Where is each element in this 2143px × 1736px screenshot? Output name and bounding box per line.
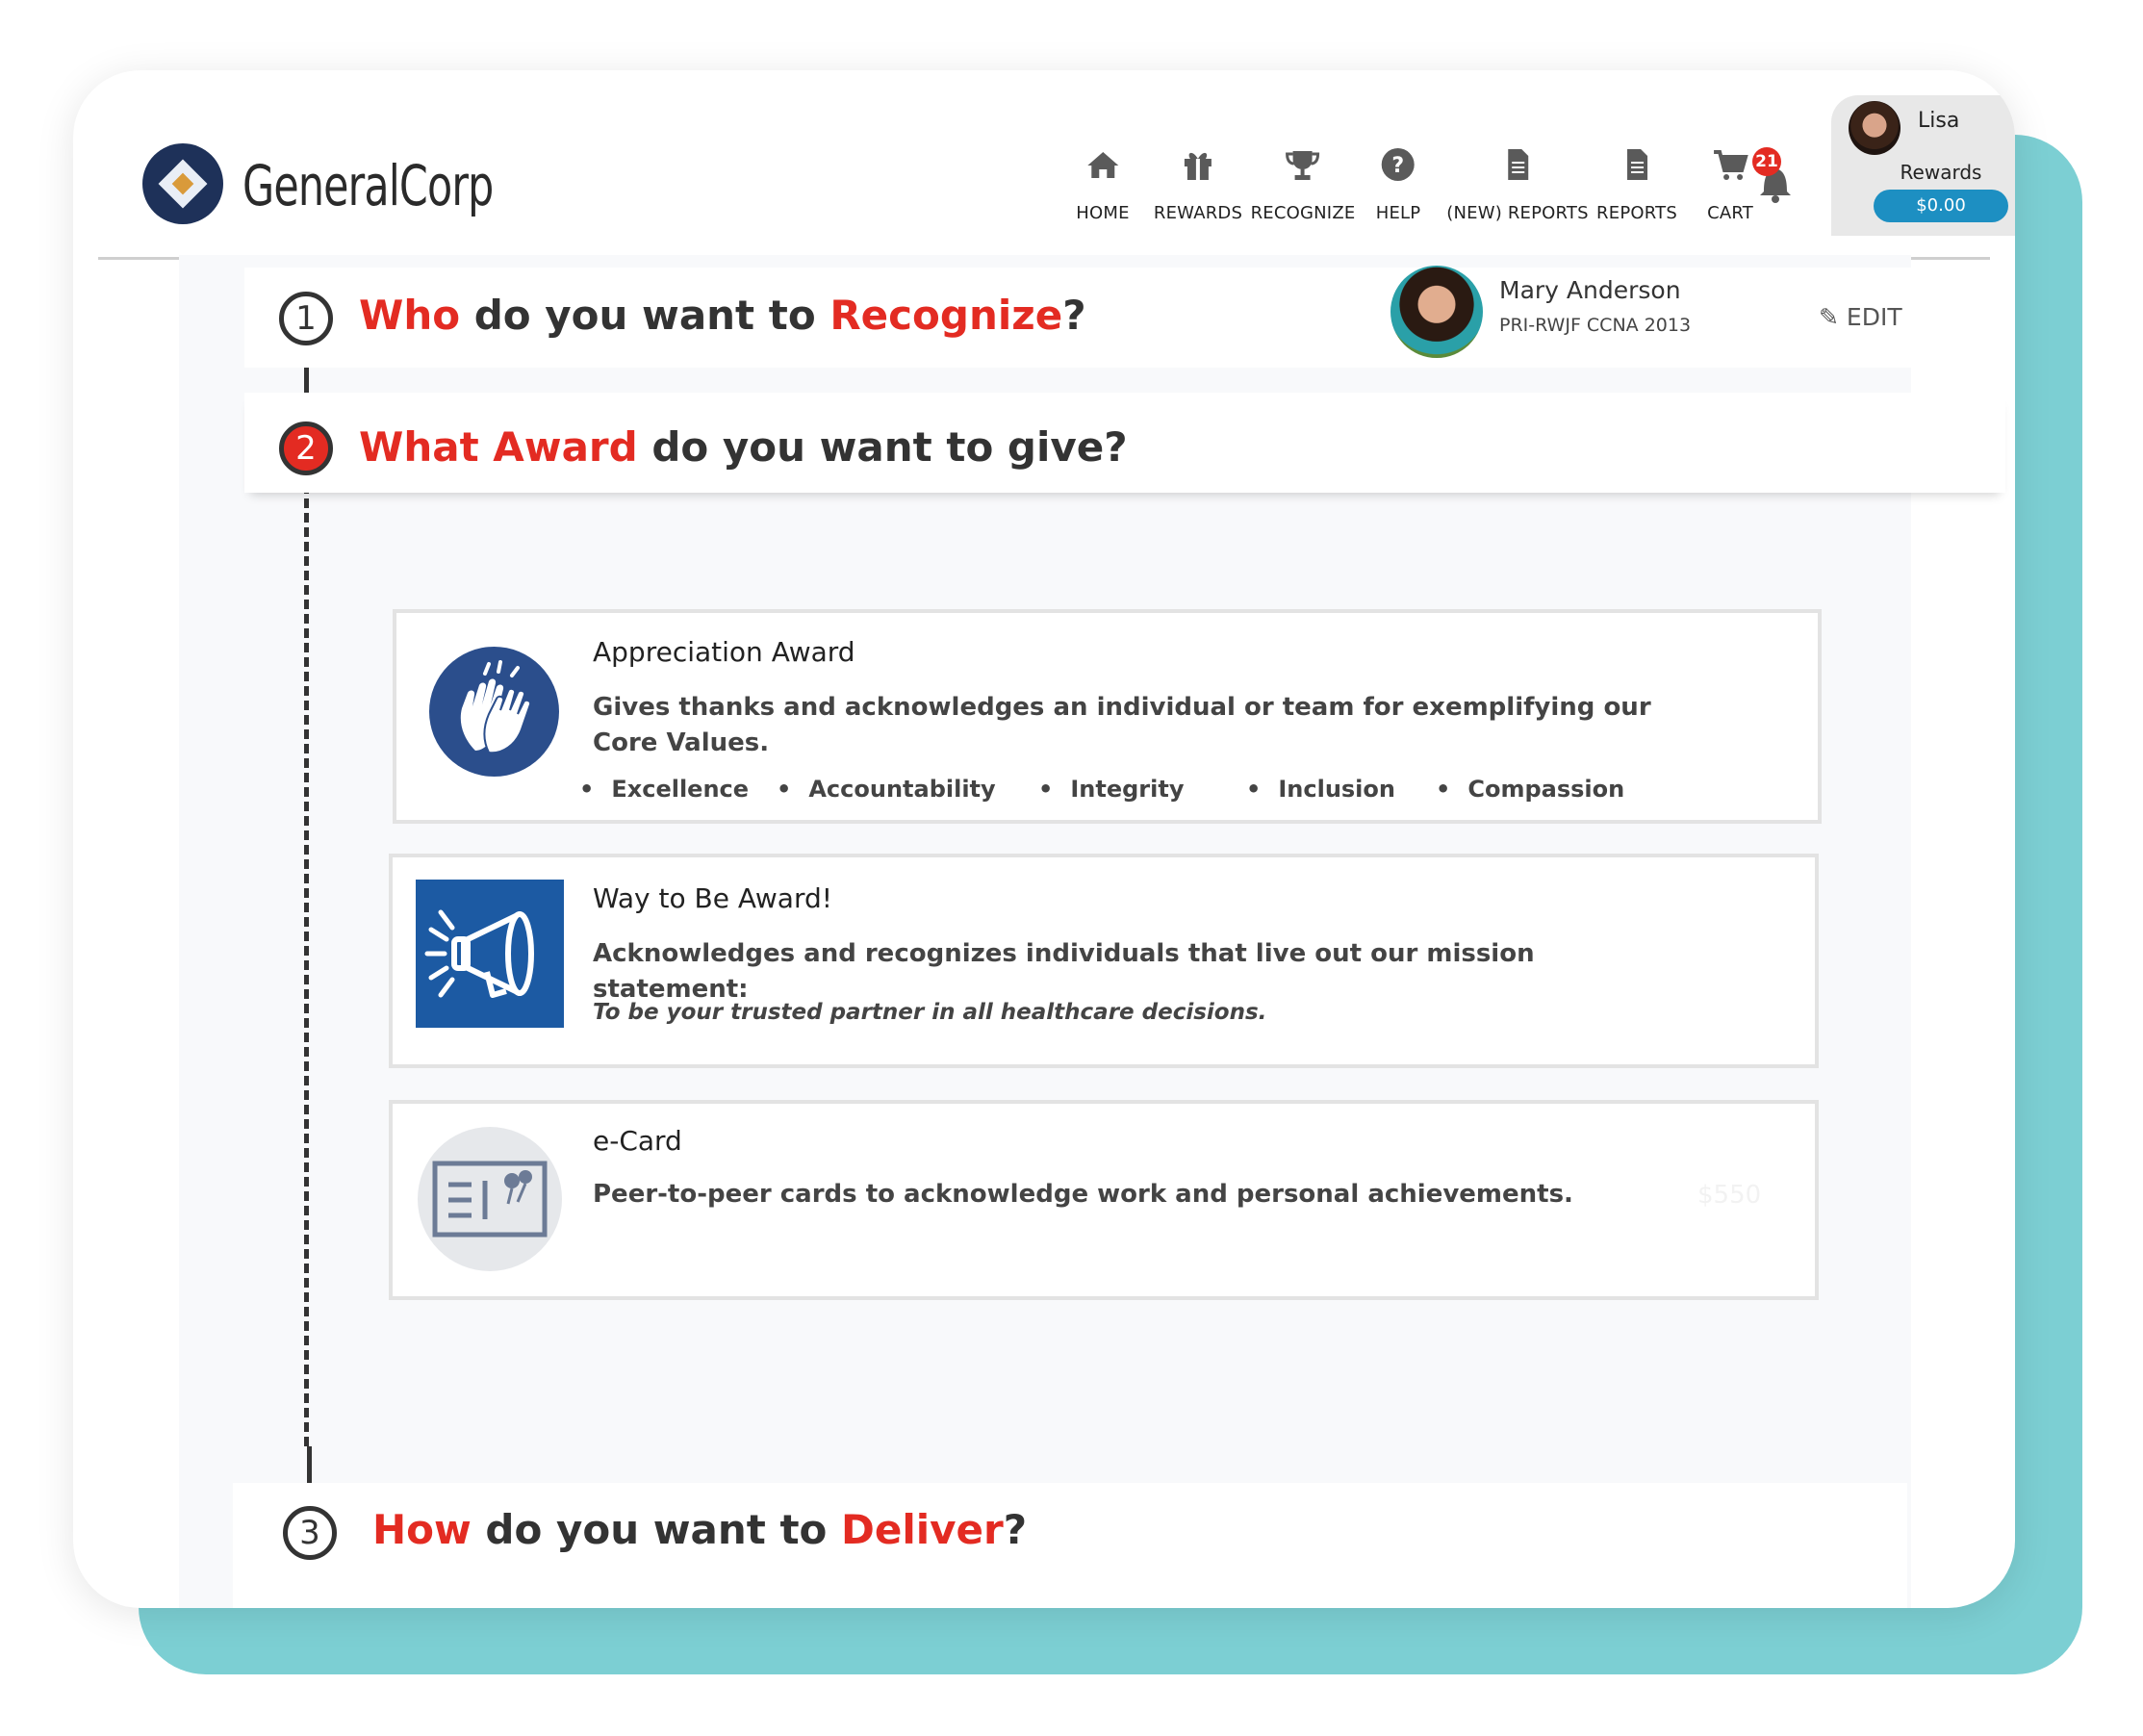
- award-card-ecard[interactable]: e-Card Peer-to-peer cards to acknowledge…: [389, 1100, 1819, 1300]
- svg-text:?: ?: [1392, 154, 1405, 178]
- nav-new-reports[interactable]: (NEW) REPORTS: [1446, 134, 1589, 249]
- core-value-item: Inclusion: [1246, 776, 1395, 803]
- nav-reports-label: REPORTS: [1596, 203, 1677, 223]
- brand-name[interactable]: GeneralCorp: [242, 153, 494, 218]
- mission-statement: To be your trusted partner in all health…: [593, 1000, 1267, 1025]
- award-description: Gives thanks and acknowledges an individ…: [593, 693, 1651, 757]
- recipient-avatar: [1390, 266, 1483, 358]
- step-1-title-recognize: Recognize: [829, 292, 1063, 339]
- core-value-item: Compassion: [1436, 776, 1624, 803]
- user-avatar: [1849, 101, 1901, 155]
- rewards-label: Rewards: [1900, 161, 1982, 184]
- core-value-item: Accountability: [777, 776, 995, 803]
- generalcorp-logo-icon[interactable]: [142, 143, 223, 224]
- nav-new-reports-label: (NEW) REPORTS: [1446, 203, 1589, 223]
- ecard-icon: [418, 1127, 562, 1271]
- document-icon: [1626, 149, 1647, 180]
- document-icon: [1508, 149, 1528, 180]
- step-2-title-what-award: What Award: [359, 423, 638, 471]
- megaphone-icon: [416, 880, 564, 1028]
- nav-home[interactable]: HOME: [1076, 134, 1130, 249]
- rewards-balance-button[interactable]: $0.00: [1874, 190, 2008, 222]
- home-icon: [1086, 152, 1118, 178]
- user-menu[interactable]: Lisa Rewards $0.00: [1831, 95, 2015, 236]
- pencil-icon: ✎: [1819, 303, 1847, 331]
- nav-help[interactable]: ? HELP: [1376, 134, 1421, 249]
- nav-recognize[interactable]: RECOGNIZE: [1251, 134, 1356, 249]
- award-description: Acknowledges and recognizes individuals …: [593, 939, 1535, 1004]
- nav-help-label: HELP: [1375, 203, 1421, 223]
- nav-cart[interactable]: CART: [1707, 134, 1753, 249]
- step-connector-dashed: [304, 455, 309, 1446]
- nav-rewards[interactable]: REWARDS: [1154, 134, 1242, 249]
- edit-label: EDIT: [1846, 303, 1902, 331]
- step-2-indicator: 2: [279, 421, 333, 475]
- high-five-icon: [429, 647, 559, 777]
- nav-reports[interactable]: REPORTS: [1596, 134, 1677, 249]
- award-title: e-Card: [593, 1125, 682, 1157]
- app-window: GeneralCorp HOME REWARDS RECOGNIZE ? HEL…: [73, 70, 2015, 1608]
- core-value-item: Integrity: [1038, 776, 1184, 803]
- step-1-title-who: Who: [359, 292, 461, 339]
- cart-icon: [1714, 150, 1748, 180]
- step-3-title-deliver: Deliver: [841, 1506, 1004, 1553]
- step-1-title-mid: do you want to: [460, 292, 830, 339]
- award-card-appreciation[interactable]: Appreciation Award Gives thanks and ackn…: [393, 609, 1822, 824]
- ecard-amount: $550: [1697, 1181, 1762, 1210]
- notification-count-badge: 21: [1752, 147, 1781, 176]
- award-card-way-to-be[interactable]: Way to Be Award! Acknowledges and recogn…: [389, 854, 1819, 1068]
- recipient-name: Mary Anderson: [1499, 276, 1681, 304]
- recipient-subtitle: PRI-RWJF CCNA 2013: [1499, 315, 1692, 336]
- notifications-button[interactable]: 21: [1752, 147, 1795, 211]
- step-3-title-how: How: [372, 1506, 472, 1553]
- trophy-icon: [1286, 151, 1320, 180]
- step-3-title-end: ?: [1003, 1506, 1028, 1553]
- user-name: Lisa: [1918, 109, 1960, 133]
- nav-cart-label: CART: [1707, 203, 1753, 223]
- award-description: Peer-to-peer cards to acknowledge work a…: [593, 1180, 1573, 1209]
- core-value-item: Excellence: [579, 776, 749, 803]
- step-2-title-rest: do you want to give?: [637, 423, 1128, 471]
- gift-icon: [1184, 152, 1212, 180]
- top-header: GeneralCorp HOME REWARDS RECOGNIZE ? HEL…: [98, 95, 2015, 260]
- step-1-indicator: 1: [279, 292, 333, 345]
- award-title: Way to Be Award!: [593, 882, 832, 914]
- edit-recipient-button[interactable]: ✎ EDIT: [1819, 303, 1902, 331]
- step-3-title[interactable]: How do you want to Deliver?: [372, 1506, 1027, 1553]
- nav-recognize-label: RECOGNIZE: [1250, 203, 1356, 223]
- step-1-title[interactable]: Who do you want to Recognize?: [359, 292, 1086, 339]
- nav-rewards-label: REWARDS: [1153, 203, 1243, 223]
- step-2-title[interactable]: What Award do you want to give?: [359, 423, 1128, 471]
- help-icon: ?: [1382, 148, 1415, 181]
- step-1-title-end: ?: [1062, 292, 1086, 339]
- award-title: Appreciation Award: [593, 636, 855, 668]
- nav-home-label: HOME: [1076, 203, 1130, 223]
- step-3-indicator: 3: [283, 1506, 337, 1560]
- step-3-title-mid: do you want to: [471, 1506, 842, 1553]
